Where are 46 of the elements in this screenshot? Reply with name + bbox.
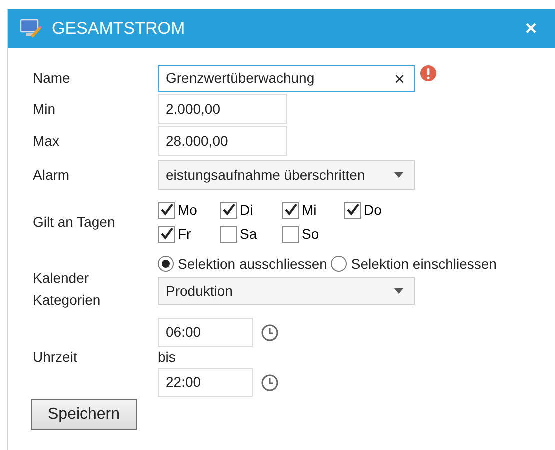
checkbox[interactable]: [220, 226, 237, 242]
monitor-pencil-icon: [20, 18, 42, 38]
radio-button[interactable]: [331, 256, 348, 272]
clock-icon[interactable]: [261, 374, 279, 392]
alarm-dropdown[interactable]: eistungsaufnahme überschritten: [158, 160, 415, 190]
name-field[interactable]: Grenzwertüberwachung ×: [158, 65, 415, 92]
checkbox[interactable]: [282, 202, 299, 218]
clear-button[interactable]: ×: [394, 70, 405, 88]
field-label: Min: [33, 100, 57, 118]
check-icon: [346, 203, 360, 217]
window-title: GESAMTSTROM: [52, 18, 186, 40]
time-field[interactable]: 22:00: [158, 368, 253, 397]
field-label: Kalender Kategorien: [33, 269, 102, 310]
checkbox[interactable]: [344, 202, 361, 218]
field-label: Name: [33, 69, 72, 88]
checkbox-label: Di: [240, 200, 254, 220]
number-field[interactable]: 28.000,00: [158, 126, 287, 156]
check-icon: [160, 203, 174, 217]
check-icon: [284, 203, 298, 217]
checkbox-label: So: [302, 224, 320, 244]
checkbox-label: Sa: [240, 224, 258, 244]
caret-icon: [394, 172, 404, 178]
radio-label: Selektion einschliessen: [351, 254, 497, 274]
radio-label: Selektion ausschliessen: [178, 254, 328, 274]
field-label: Uhrzeit: [33, 348, 78, 367]
clock-icon[interactable]: [261, 324, 279, 342]
checkbox-label: Mo: [178, 200, 198, 220]
radio-button[interactable]: [158, 256, 174, 272]
checkbox-label: Fr: [178, 224, 192, 244]
number-field[interactable]: 2.000,00: [158, 94, 287, 124]
checkbox[interactable]: [158, 226, 175, 242]
category-dropdown[interactable]: Produktion: [158, 277, 415, 305]
field-label: Alarm: [33, 166, 71, 184]
checkbox-label: Do: [364, 200, 382, 220]
field-label: Max: [33, 132, 60, 150]
checkbox[interactable]: [282, 226, 299, 242]
time-field[interactable]: 06:00: [158, 318, 253, 347]
checkbox-label: Mi: [302, 200, 317, 220]
separator-label: bis: [158, 348, 177, 367]
check-icon: [222, 203, 236, 217]
save-button[interactable]: Speichern: [31, 399, 137, 430]
caret-icon: [394, 288, 404, 294]
checkbox[interactable]: [158, 202, 175, 218]
checkbox[interactable]: [220, 202, 237, 218]
check-icon: [160, 227, 174, 241]
field-label: Gilt an Tagen: [33, 212, 116, 232]
